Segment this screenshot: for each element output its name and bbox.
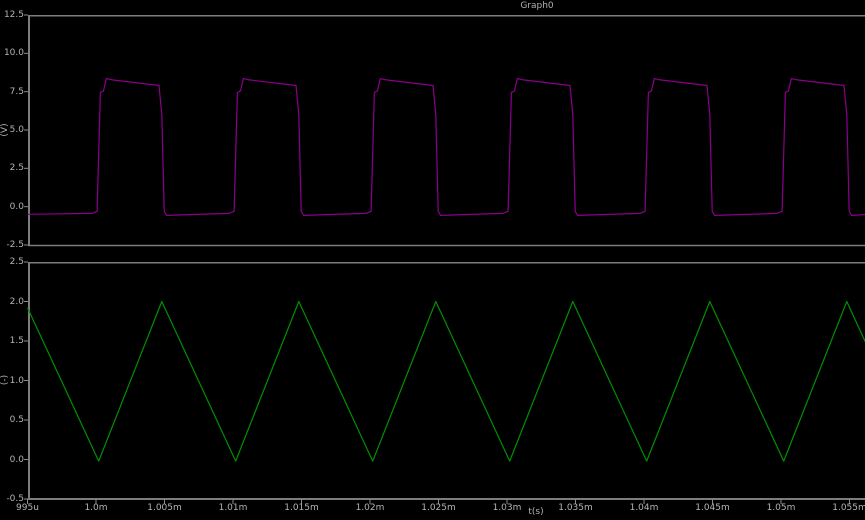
x-tick-label: 1.0m [84, 503, 107, 513]
y-tick-label: 0.0 [0, 455, 25, 465]
top-plot-area[interactable] [28, 15, 865, 245]
x-tick-label: 1.01m [219, 503, 248, 513]
y-tick-label: 1.5 [0, 336, 25, 346]
x-tick-label: 1.03m [493, 503, 522, 513]
x-tick-label: 995u [16, 503, 39, 513]
y-tick-label: 2.5 [0, 257, 25, 267]
x-tick-label: 1.035m [558, 503, 593, 513]
x-tick-label: 1.05m [767, 503, 796, 513]
x-tick-label: 1.025m [421, 503, 456, 513]
x-tick-label: 1.055m [832, 503, 865, 513]
y-tick-label: 10.0 [0, 48, 25, 58]
y-tick-label: 12.5 [0, 10, 25, 20]
bottom-plot-area[interactable] [28, 262, 865, 499]
x-tick-label: 1.045m [695, 503, 730, 513]
x-tick-label: 1.015m [284, 503, 319, 513]
x-tick-label: 1.005m [147, 503, 182, 513]
y-tick-label: 2.0 [0, 297, 25, 307]
x-tick-label: 1.02m [356, 503, 385, 513]
y-tick-label: 2.5 [0, 163, 25, 173]
y-tick-label: 5.0 [0, 125, 25, 135]
x-tick-label: 1.04m [630, 503, 659, 513]
graph-window: Graph0 (V) (-) t(s) 12.510.07.55.02.50.0… [0, 0, 865, 520]
y-tick-label: 0.0 [0, 202, 25, 212]
y-tick-label: 7.5 [0, 87, 25, 97]
y-tick-label: 1.0 [0, 376, 25, 386]
x-axis-title: t(s) [528, 507, 543, 517]
y-tick-label: -2.5 [0, 240, 25, 250]
y-tick-label: 0.5 [0, 415, 25, 425]
